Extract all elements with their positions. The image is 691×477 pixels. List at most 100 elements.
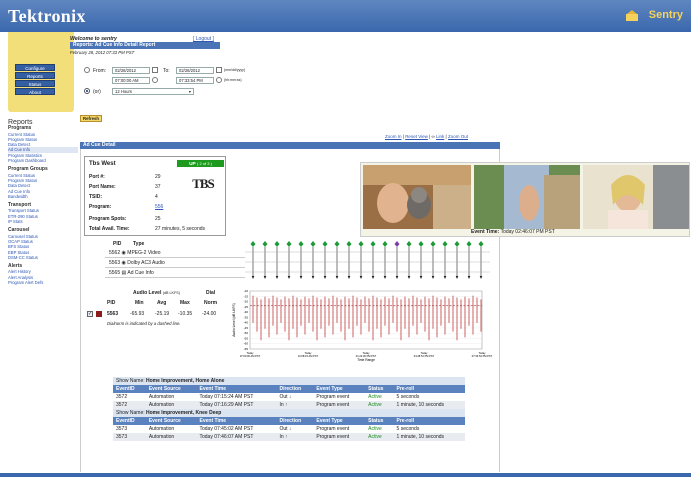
audio-checkbox[interactable]: ✓ xyxy=(87,311,93,317)
audio-level-graph[interactable]: -10-15 -20-25-30-35 -40-45-50-55 -60-65 Audi… xyxy=(228,288,493,368)
video-thumbnail[interactable] xyxy=(583,165,689,229)
ad-cue-marker[interactable] xyxy=(274,241,280,247)
ad-cue-marker[interactable] xyxy=(478,241,484,247)
marker-arrow xyxy=(359,276,363,279)
zoom-in-link[interactable]: Zoom In xyxy=(385,134,402,139)
sidebar-item[interactable]: IP Stats xyxy=(8,219,78,224)
ad-cue-marker[interactable] xyxy=(334,241,340,247)
direction-label: Out xyxy=(279,426,288,432)
reports-button[interactable]: Reports xyxy=(15,72,55,79)
marker-arrow xyxy=(311,276,315,279)
ad-cue-marker[interactable] xyxy=(418,241,424,247)
chevron-down-icon: ▾ xyxy=(188,89,191,94)
event-header-row: EventID Event Source Event Time Direction Ev… xyxy=(113,417,465,425)
ad-cue-marker[interactable] xyxy=(466,241,472,247)
sidebar-group: Carousel Carousel Status OCAP Status BFS St… xyxy=(8,228,78,260)
ad-cue-timeline[interactable] xyxy=(245,238,495,286)
ad-cue-marker[interactable] xyxy=(322,241,328,247)
event-time-label: Event Time: xyxy=(471,229,500,235)
configure-button[interactable]: Configure xyxy=(15,64,55,71)
port-name-label: Port Name: xyxy=(89,184,116,190)
ad-cue-marker[interactable] xyxy=(346,241,352,247)
document-icon: ▤ xyxy=(121,270,127,276)
event-source: Automation xyxy=(145,433,197,441)
port-num-label: Port #: xyxy=(89,174,105,180)
event-row: 3572 Automation Today 07:15:24 AM PST Out ↓… xyxy=(113,393,465,401)
logout-link[interactable]: [ Logout ] xyxy=(193,36,214,42)
reset-view-link[interactable]: Reset View xyxy=(405,134,428,139)
y-axis-label: Audio Level (dB LKFS) xyxy=(232,303,236,337)
calendar-icon[interactable] xyxy=(216,67,222,73)
from-date-input[interactable]: 02/28/2012 xyxy=(112,67,150,74)
ad-cue-marker[interactable] xyxy=(454,241,460,247)
status-button[interactable]: Status xyxy=(15,80,55,87)
event-direction: Out ↓ xyxy=(276,425,314,433)
ad-cue-marker[interactable] xyxy=(286,241,292,247)
marker-arrow xyxy=(407,276,411,279)
ad-cue-marker[interactable] xyxy=(370,241,376,247)
port-name-value: 37 xyxy=(155,184,161,190)
dial-header: Dial xyxy=(206,290,216,296)
ad-cue-marker[interactable] xyxy=(442,241,448,247)
video-thumbnail[interactable] xyxy=(474,165,580,229)
sidebar-item[interactable]: Bandwidth xyxy=(8,194,78,199)
link-link[interactable]: Link xyxy=(436,134,444,139)
reports-sidebar: Reports Programs Current Status Program St… xyxy=(8,119,78,285)
show-row: Show Name: Home Improvement, Knee Deep xyxy=(113,409,465,417)
event-preroll: 5 seconds xyxy=(393,425,465,433)
audio-level-title: Audio Level (dB LKFS) xyxy=(133,290,180,296)
pid-value: 5562 xyxy=(109,250,121,256)
event-row: 3573 Automation Today 07:46:07 AM PST In ↑ P… xyxy=(113,433,465,441)
video-thumbnail[interactable] xyxy=(363,165,471,229)
sidebar-item[interactable]: DSM-CC Status xyxy=(8,255,78,260)
ad-cue-marker[interactable] xyxy=(310,241,316,247)
y-tick-label: -50 xyxy=(244,331,249,335)
marker-arrow xyxy=(275,276,279,279)
sidebar-group: Alerts Alert History Alert Analysis Program… xyxy=(8,263,78,285)
ad-cue-marker[interactable] xyxy=(382,241,388,247)
x-tick-label: 10:08:15 AM PST xyxy=(298,354,319,358)
from-radio[interactable] xyxy=(84,67,90,73)
event-preroll: 5 seconds xyxy=(393,393,465,401)
clock-icon[interactable] xyxy=(152,77,158,83)
audio-title: Audio Level xyxy=(133,290,162,296)
hours-select[interactable]: 12 Hours ▾ xyxy=(112,88,194,95)
calendar-icon[interactable] xyxy=(152,67,158,73)
from-time-input[interactable]: 07:00:00 AM xyxy=(112,77,150,84)
ad-cue-marker[interactable] xyxy=(394,241,400,247)
status-badge-detail: ( 2 of 3 ) xyxy=(197,161,212,166)
ad-cue-marker[interactable] xyxy=(406,241,412,247)
ad-cue-marker[interactable] xyxy=(430,241,436,247)
avail-label: Total Avail. Time: xyxy=(89,226,130,232)
direction-label: In xyxy=(279,434,284,440)
marker-arrow xyxy=(263,276,267,279)
event-time: Today 07:46:07 AM PST xyxy=(196,433,277,441)
event-header-row: EventID Event Source Event Time Direction Ev… xyxy=(113,385,465,393)
ad-cue-marker[interactable] xyxy=(262,241,268,247)
event-col-header: Status xyxy=(365,385,394,393)
about-button[interactable]: About xyxy=(15,88,55,95)
ad-cue-marker[interactable] xyxy=(250,241,256,247)
to-date-input[interactable]: 02/28/2012 xyxy=(176,67,214,74)
spots-label: Program Spots: xyxy=(89,216,127,222)
sidebar-item[interactable]: Program Dashboard xyxy=(8,158,78,163)
sidebar-item[interactable]: Program Alert Defs xyxy=(8,280,78,285)
zoom-out-link[interactable]: Zoom Out xyxy=(448,134,468,139)
ad-cue-marker[interactable] xyxy=(358,241,364,247)
event-id: 3572 xyxy=(113,393,146,401)
event-status: Active xyxy=(365,425,394,433)
event-col-header: Event Time xyxy=(196,417,277,425)
from-label: From: xyxy=(93,68,107,74)
avail-value: 27 minutes, 5 seconds xyxy=(155,226,206,232)
marker-arrow xyxy=(383,276,387,279)
clock-icon[interactable] xyxy=(216,77,222,83)
series-color-swatch xyxy=(96,311,102,317)
to-time-input[interactable]: 07:33:54 PM xyxy=(176,77,214,84)
event-type: Program event xyxy=(313,393,366,401)
or-radio[interactable] xyxy=(84,88,90,94)
channel-logo: TBS xyxy=(192,176,215,191)
ad-cue-marker[interactable] xyxy=(298,241,304,247)
pid-row: 5565 ▤ Ad Cue Info xyxy=(105,269,245,278)
program-link[interactable]: 556 xyxy=(155,204,163,210)
refresh-button[interactable]: Refresh xyxy=(80,115,102,122)
